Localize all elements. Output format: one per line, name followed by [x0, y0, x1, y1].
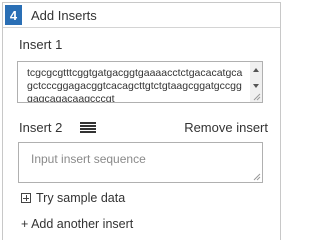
insert-1-sequence-field[interactable]: tcgcgcgtttcggtgatgacggtgaaaacctctgacacat… — [17, 61, 263, 103]
scroll-down-icon[interactable] — [253, 84, 259, 88]
insert-2-placeholder: Input insert sequence — [31, 152, 146, 166]
panel-title: Add Inserts — [31, 7, 97, 23]
panel-header: 4 Add Inserts — [3, 3, 280, 28]
insert-1-sequence-text: tcgcgcgtttcggtgatgacggtgaaaacctctgacacat… — [27, 67, 243, 103]
try-sample-data-label: Try sample data — [36, 191, 126, 205]
insert-2-label: Insert 2 — [19, 120, 63, 135]
scroll-up-icon[interactable] — [253, 68, 259, 72]
plus-square-icon — [21, 193, 31, 203]
insert-2-sequence-field[interactable]: Input insert sequence — [18, 142, 263, 183]
add-another-insert-button[interactable]: + Add another insert — [21, 217, 133, 231]
drag-handle-icon[interactable] — [80, 122, 96, 133]
step-number-badge: 4 — [5, 5, 22, 25]
try-sample-data-button[interactable]: Try sample data — [21, 191, 125, 205]
insert-1-label: Insert 1 — [19, 37, 63, 52]
resize-grip-icon[interactable] — [253, 173, 261, 181]
remove-insert-button[interactable]: Remove insert — [184, 120, 268, 135]
resize-grip-icon[interactable] — [253, 93, 261, 101]
